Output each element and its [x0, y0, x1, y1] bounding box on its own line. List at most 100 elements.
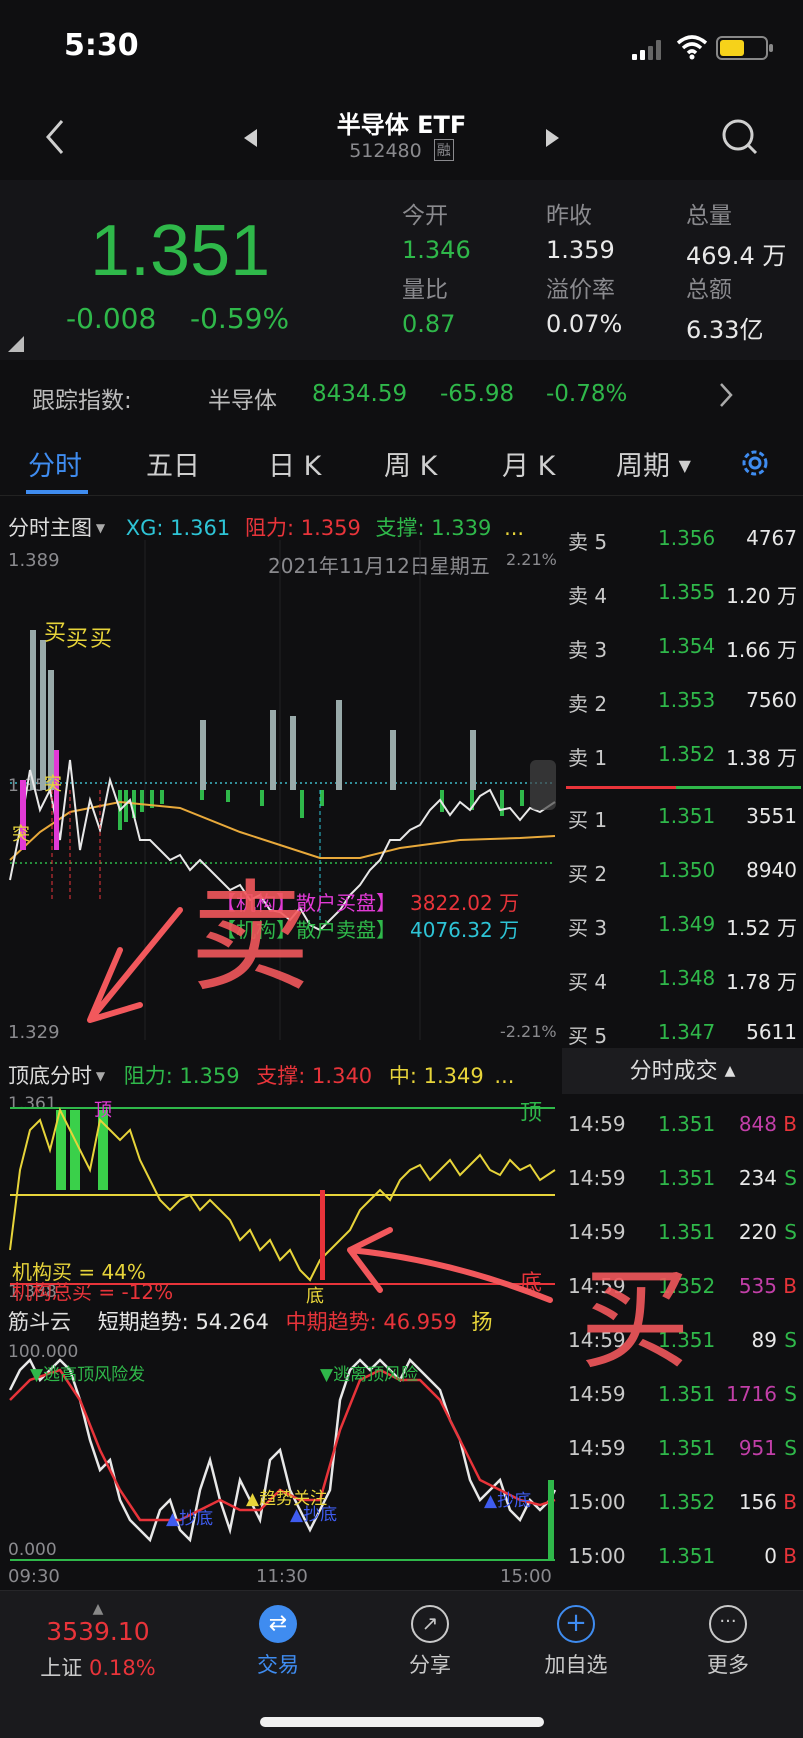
share-button[interactable]: ↗ 分享	[370, 1601, 490, 1679]
orderbook-row[interactable]: 卖 3 1.354 1.66 万	[562, 624, 803, 672]
add-watchlist-button[interactable]: + 加自选	[516, 1601, 636, 1679]
trade-volume: 951	[738, 1436, 777, 1460]
ob-volume: 1.66 万	[726, 638, 797, 662]
svg-text:突: 突	[12, 824, 30, 845]
trade-volume: 234	[738, 1166, 777, 1190]
cloud-chart-header: 筋斗云 短期趋势: 54.264 中期趋势: 46.959 扬	[8, 1306, 493, 1336]
orderbook-divider-green	[676, 786, 801, 789]
resistance-value: 阻力: 1.359	[244, 516, 361, 540]
stock-code-text: 512480	[349, 140, 422, 162]
trade-button[interactable]: ⇄ 交易	[218, 1601, 338, 1679]
trade-icon: ⇄	[259, 1605, 297, 1643]
ob-price: 1.349	[658, 912, 716, 936]
cloud-label-bottom-3: ▲抄底	[484, 1491, 532, 1511]
x-tick-midday: 11:30	[256, 1566, 308, 1587]
stat-label: 溢价率	[546, 277, 615, 303]
mid-trend: 中期趋势: 46.959	[285, 1310, 457, 1334]
ob-volume: 8940	[746, 858, 797, 882]
ob-level-label: 卖 5	[568, 530, 608, 554]
status-time: 5:30	[64, 28, 139, 63]
svg-text:买: 买	[44, 621, 66, 646]
next-stock-icon[interactable]	[546, 129, 560, 147]
ob-level-label: 买 4	[568, 970, 608, 994]
orderbook-row[interactable]: 卖 1 1.352 1.38 万	[562, 732, 803, 780]
stat-value: 6.33亿	[686, 316, 764, 344]
ob-volume: 4767	[746, 526, 797, 550]
home-indicator	[260, 1717, 544, 1727]
tb-chart-header: 顶底分时 ▼ 阻力: 1.359 支撑: 1.340 中: 1.349 ...	[8, 1060, 514, 1090]
tab-five-day[interactable]: 五日	[146, 444, 200, 483]
stock-code: 512480 融	[0, 139, 803, 162]
more-button[interactable]: ··· 更多	[668, 1601, 788, 1679]
index-pct: 0.18%	[88, 1656, 156, 1680]
trade-time: 15:00	[568, 1490, 626, 1514]
tb-label-top: 顶	[94, 1100, 112, 1121]
stat-label: 总额	[686, 277, 732, 303]
orderbook-row[interactable]: 买 1 1.351 3551	[562, 794, 803, 842]
price-change-pct: -0.59%	[190, 302, 290, 335]
tb-chart-title[interactable]: 顶底分时	[8, 1064, 92, 1088]
settings-gear-icon[interactable]	[738, 446, 772, 480]
svg-text:顶: 顶	[520, 1101, 542, 1126]
tab-active-indicator	[26, 490, 88, 494]
index-name: 上证	[40, 1656, 83, 1680]
more-indicator: ...	[504, 516, 525, 540]
tb-support: 支撑: 1.340	[256, 1064, 373, 1088]
ob-price: 1.350	[658, 858, 716, 882]
support-value: 支撑: 1.339	[375, 516, 492, 540]
tab-monthly-k[interactable]: 月 K	[502, 444, 555, 483]
trade-time: 15:00	[568, 1544, 626, 1568]
ob-price: 1.348	[658, 966, 716, 990]
market-index[interactable]: ▲ 3539.10 上证 0.18%	[38, 1601, 158, 1682]
trade-side: S	[784, 1436, 797, 1460]
search-icon[interactable]	[720, 117, 760, 157]
x-tick-open: 09:30	[8, 1566, 60, 1587]
expand-corner-icon[interactable]	[8, 336, 24, 352]
main-chart-title[interactable]: 分时主图	[8, 516, 92, 540]
more-icon: ···	[709, 1605, 747, 1643]
tab-intraday[interactable]: 分时	[28, 444, 82, 483]
ob-volume: 7560	[746, 688, 797, 712]
ob-price: 1.351	[658, 804, 716, 828]
trade-price: 1.352	[658, 1490, 716, 1514]
ob-price: 1.354	[658, 634, 716, 658]
trade-side: S	[784, 1328, 797, 1352]
sell-annotation-text: 卖	[190, 869, 310, 1008]
trade-side: B	[783, 1274, 797, 1298]
tracking-pct: -0.78%	[546, 381, 628, 407]
tracking-index-row[interactable]: 跟踪指数: 半导体 8434.59 -65.98 -0.78%	[0, 365, 803, 425]
chart-area[interactable]: 分时主图 ▼ XG: 1.361 阻力: 1.359 支撑: 1.339 ...…	[0, 500, 690, 1590]
orderbook-row[interactable]: 买 3 1.349 1.52 万	[562, 902, 803, 950]
tab-daily-k[interactable]: 日 K	[268, 444, 321, 483]
nav-bar: 半导体 ETF 512480 融	[0, 95, 803, 175]
cloud-label-launch: ▼逃高顶风险发	[30, 1365, 146, 1385]
orderbook-row[interactable]: 卖 4 1.355 1.20 万	[562, 570, 803, 618]
tab-period[interactable]: 周期 ▼	[616, 444, 691, 483]
orderbook-row[interactable]: 买 4 1.348 1.78 万	[562, 956, 803, 1004]
svg-text:买: 买	[66, 627, 88, 652]
trade-row: 15:00 1.351 0 B	[562, 1534, 803, 1582]
trades-header[interactable]: 分时成交 ▲	[562, 1048, 803, 1094]
chart-tabs: 分时 五日 日 K 周 K 月 K 周期 ▼	[0, 430, 803, 496]
tb-resistance: 阻力: 1.359	[123, 1064, 240, 1088]
ob-level-label: 买 1	[568, 808, 608, 832]
ob-price: 1.356	[658, 526, 716, 550]
orderbook-row[interactable]: 卖 2 1.353 7560	[562, 678, 803, 726]
caret-down-icon: ▼	[678, 456, 691, 475]
trade-volume: 220	[738, 1220, 777, 1244]
tab-weekly-k[interactable]: 周 K	[384, 444, 437, 483]
inst-total: 机构总买 = -12%	[12, 1280, 174, 1304]
cloud-chart-title[interactable]: 筋斗云	[8, 1310, 71, 1334]
share-label: 分享	[409, 1653, 451, 1677]
orderbook-row[interactable]: 卖 5 1.356 4767	[562, 516, 803, 564]
trade-row: 14:59 1.351 848 B	[562, 1102, 803, 1150]
svg-text:突: 突	[44, 774, 62, 795]
stat-value: 0.07%	[546, 310, 623, 338]
trade-volume: 848	[738, 1112, 777, 1136]
margin-badge: 融	[433, 139, 454, 161]
price-change: -0.008	[66, 302, 157, 335]
status-bar: 5:30	[0, 0, 803, 90]
trades-title: 分时成交	[629, 1059, 718, 1084]
trade-time: 14:59	[568, 1166, 626, 1190]
orderbook-row[interactable]: 买 2 1.350 8940	[562, 848, 803, 896]
